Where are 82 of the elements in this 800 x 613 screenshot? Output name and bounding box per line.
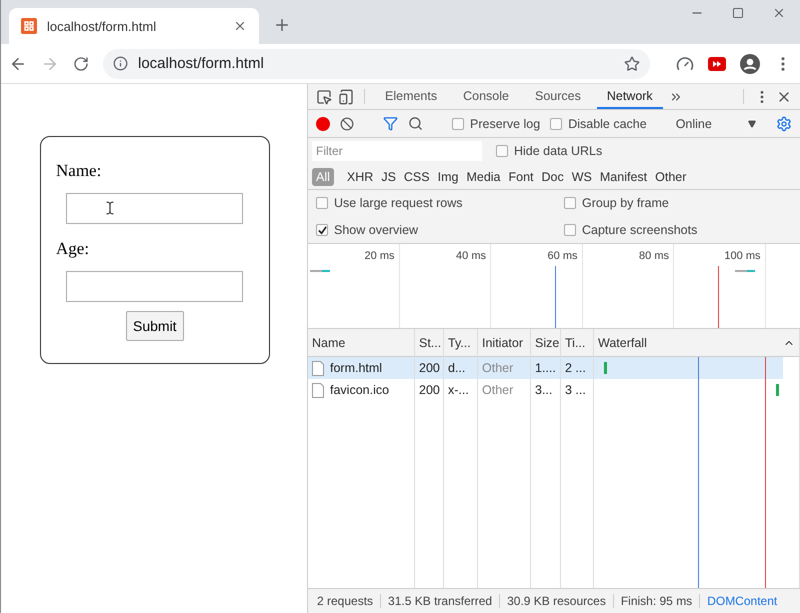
field-label: Name: [56,161,102,181]
star-icon[interactable] [624,56,640,72]
filter-icon[interactable] [383,116,398,131]
status-text: 31.5 KB transferred [381,594,500,608]
table-cell[interactable]: d... [444,357,477,379]
maximize-icon[interactable] [732,6,744,20]
type-filter[interactable]: Font [504,168,538,186]
table-cell[interactable]: 200 [415,379,443,401]
info-icon[interactable] [113,56,128,71]
throttling-dropdown[interactable]: Online [676,116,756,130]
devtools-tab[interactable]: Sources [524,84,591,109]
input-field[interactable] [66,193,243,224]
gauge-icon[interactable] [676,54,694,72]
table-cell[interactable]: Other [478,379,530,401]
new-tab-icon[interactable] [273,16,291,34]
table-cell[interactable]: x-... [444,379,477,401]
load-marker [718,266,719,328]
settings-icon[interactable] [776,116,792,132]
table-cell[interactable]: 200 [415,357,443,379]
browser-tab[interactable]: localhost/form.html [9,8,259,44]
caret-icon [748,120,756,128]
devtools-tab[interactable]: Elements [375,84,448,109]
record-button[interactable] [316,116,330,130]
column-header[interactable]: Ti... [561,329,593,357]
time-tick: 80 ms [639,250,669,262]
time-tick: 60 ms [548,250,578,262]
type-filter[interactable]: Other [651,168,690,186]
timing-bar [604,362,607,374]
table-cell[interactable]: 1.... [531,357,560,379]
type-filter[interactable]: XHR [342,168,378,186]
fast-forward-icon[interactable] [708,56,726,70]
devtools-tab[interactable]: Console [453,84,519,109]
table-cell[interactable]: 3 ... [561,379,593,401]
type-filter[interactable]: Media [462,168,504,186]
status-text: Finish: 95 ms [614,594,700,608]
filter-field[interactable]: Filter [312,141,482,161]
clear-icon[interactable] [340,116,354,130]
status-text: 2 requests [310,594,382,608]
reload-icon[interactable] [73,56,89,72]
favicon-icon [21,18,37,34]
status-text: 30.9 KB resources [500,594,614,608]
column-header[interactable]: Name [308,329,414,357]
type-filter[interactable]: CSS [400,168,434,186]
checkmark-icon [318,226,326,235]
checkbox[interactable]: Hide data URLs [496,144,602,158]
checkbox[interactable]: Preserve log [452,116,540,130]
table-cell[interactable]: form.html [308,357,414,379]
devtools-tab[interactable]: Network [596,84,663,109]
field-label: Age: [56,239,90,259]
checkbox[interactable]: Capture screenshots [564,222,792,239]
time-tick: 100 ms [724,250,760,262]
checkbox[interactable]: Show overview [316,222,564,239]
checkbox[interactable]: Group by frame [564,194,792,212]
type-filter[interactable]: WS [568,168,596,186]
close-icon[interactable] [772,6,786,20]
file-icon [312,360,324,376]
checkbox[interactable]: Use large request rows [316,194,564,212]
search-icon[interactable] [408,116,423,131]
column-header[interactable]: Ty... [444,329,477,357]
column-header[interactable]: Initiator [478,329,530,357]
type-filter[interactable]: Img [434,168,462,186]
column-header[interactable]: Size [531,329,560,357]
status-link[interactable]: DOMContent [700,594,784,608]
type-filter[interactable]: Manifest [596,168,652,186]
type-filter[interactable]: Doc [538,168,568,186]
checkbox[interactable]: Disable cache [550,116,647,130]
time-tick: 40 ms [456,250,486,262]
address-bar[interactable]: localhost/form.html [103,48,650,78]
dom-content-marker [555,266,556,328]
column-header[interactable]: Waterfall [594,329,799,357]
file-icon [312,382,324,398]
timing-bar [776,384,779,396]
column-header[interactable]: St... [415,329,443,357]
submit-button[interactable]: Submit [126,311,184,341]
table-cell[interactable]: 2 ... [561,357,593,379]
close-icon[interactable] [233,19,247,33]
table-cell[interactable]: 3... [531,379,560,401]
input-field[interactable] [66,271,243,302]
avatar-icon[interactable] [740,54,760,74]
type-filter[interactable]: JS [377,168,400,186]
table-cell[interactable]: favicon.ico [308,379,414,401]
time-tick: 20 ms [364,250,394,262]
